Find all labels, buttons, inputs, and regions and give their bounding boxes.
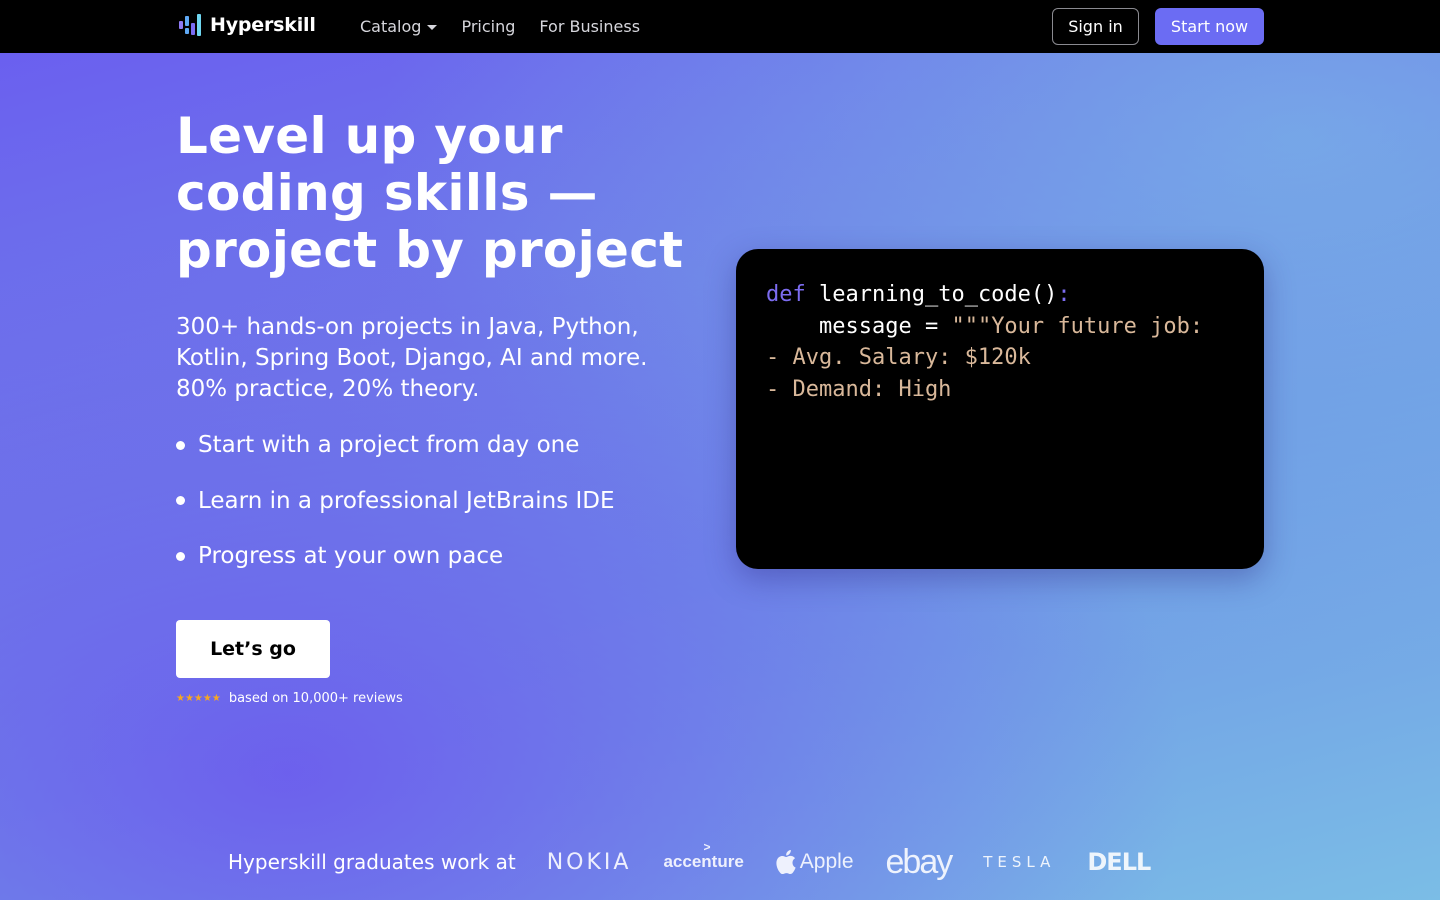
feature-text: Learn in a professional JetBrains IDE bbox=[198, 487, 615, 514]
tesla-logo: TESLA bbox=[983, 853, 1056, 871]
nav-catalog-label: Catalog bbox=[360, 17, 422, 36]
code-keyword: def bbox=[766, 282, 806, 307]
lets-go-button[interactable]: Let’s go bbox=[176, 620, 330, 678]
hyperskill-logo-icon bbox=[178, 13, 202, 37]
code-operator: = bbox=[924, 313, 939, 339]
feature-text: Start with a project from day one bbox=[198, 432, 580, 458]
hero-title-line: coding skills — bbox=[176, 164, 598, 222]
nav-pricing-label: Pricing bbox=[461, 17, 516, 36]
accenture-chevron-icon: > bbox=[703, 840, 711, 854]
start-now-button[interactable]: Start now bbox=[1155, 8, 1264, 45]
code-colon: : bbox=[1057, 282, 1071, 307]
hero-subtitle-line: 300+ hands-on projects in Java, Python, bbox=[176, 314, 639, 340]
feature-text: Progress at your own pace bbox=[198, 543, 504, 569]
hero-subtitle-line: 80% practice, 20% theory. bbox=[176, 376, 480, 402]
nav-pricing[interactable]: Pricing bbox=[461, 17, 515, 36]
reviews-text: based on 10,000+ reviews bbox=[228, 691, 403, 706]
top-navbar: Hyperskill Catalog Pricing For Business … bbox=[0, 0, 1440, 53]
bullet-dot-icon bbox=[176, 440, 185, 450]
reviews-rating: ★★★★★ based on 10,000+ reviews bbox=[176, 691, 403, 706]
hero-title-line: project by project bbox=[176, 221, 684, 279]
code-line: def learning_to_code(): bbox=[766, 279, 1234, 311]
code-parens: () bbox=[1030, 282, 1058, 307]
feature-item: Learn in a professional JetBrains IDE bbox=[176, 484, 615, 518]
hero-title-line: Level up your bbox=[176, 107, 563, 165]
ebay-logo: ebay bbox=[885, 842, 954, 881]
apple-logo: Apple bbox=[776, 850, 854, 874]
feature-list: Start with a project from day one Learn … bbox=[176, 428, 615, 595]
code-line: message = """Your future job: bbox=[766, 311, 1234, 343]
feature-item: Progress at your own pace bbox=[176, 539, 615, 573]
apple-wordmark: Apple bbox=[799, 850, 854, 873]
hero-subtitle: 300+ hands-on projects in Java, Python, … bbox=[176, 312, 696, 405]
code-variable: message bbox=[818, 313, 912, 339]
code-line: - Avg. Salary: $120k bbox=[766, 345, 1031, 370]
nav-for-business[interactable]: For Business bbox=[539, 17, 640, 36]
brand-logo[interactable]: Hyperskill bbox=[178, 13, 316, 37]
apple-icon bbox=[776, 850, 796, 874]
dell-logo: DELL bbox=[1087, 848, 1151, 876]
bullet-dot-icon bbox=[176, 496, 185, 505]
nav-for-business-label: For Business bbox=[539, 17, 641, 36]
main-nav: Catalog Pricing For Business bbox=[360, 0, 640, 53]
bullet-dot-icon bbox=[176, 551, 185, 561]
accenture-logo: > accenture bbox=[663, 840, 744, 872]
sign-in-button[interactable]: Sign in bbox=[1052, 8, 1139, 45]
companies-strip: Hyperskill graduates work at NOKIA > acc… bbox=[228, 838, 1182, 886]
code-function-name: learning_to_code bbox=[819, 282, 1031, 307]
hero-subtitle-line: Kotlin, Spring Boot, Django, AI and more… bbox=[176, 345, 648, 371]
code-string: """Your future job: bbox=[951, 313, 1204, 339]
companies-label: Hyperskill graduates work at bbox=[228, 850, 516, 874]
code-snippet-card: def learning_to_code(): message = """You… bbox=[736, 249, 1264, 569]
brand-name: Hyperskill bbox=[210, 14, 316, 36]
chevron-down-icon bbox=[427, 25, 438, 30]
hero-title: Level up your coding skills — project by… bbox=[176, 108, 696, 279]
nokia-logo: NOKIA bbox=[546, 849, 632, 875]
star-rating-icon: ★★★★★ bbox=[176, 693, 221, 704]
accenture-wordmark: accenture bbox=[663, 852, 744, 871]
code-line: - Demand: High bbox=[766, 376, 952, 402]
nav-catalog[interactable]: Catalog bbox=[360, 17, 438, 36]
feature-item: Start with a project from day one bbox=[176, 428, 615, 462]
